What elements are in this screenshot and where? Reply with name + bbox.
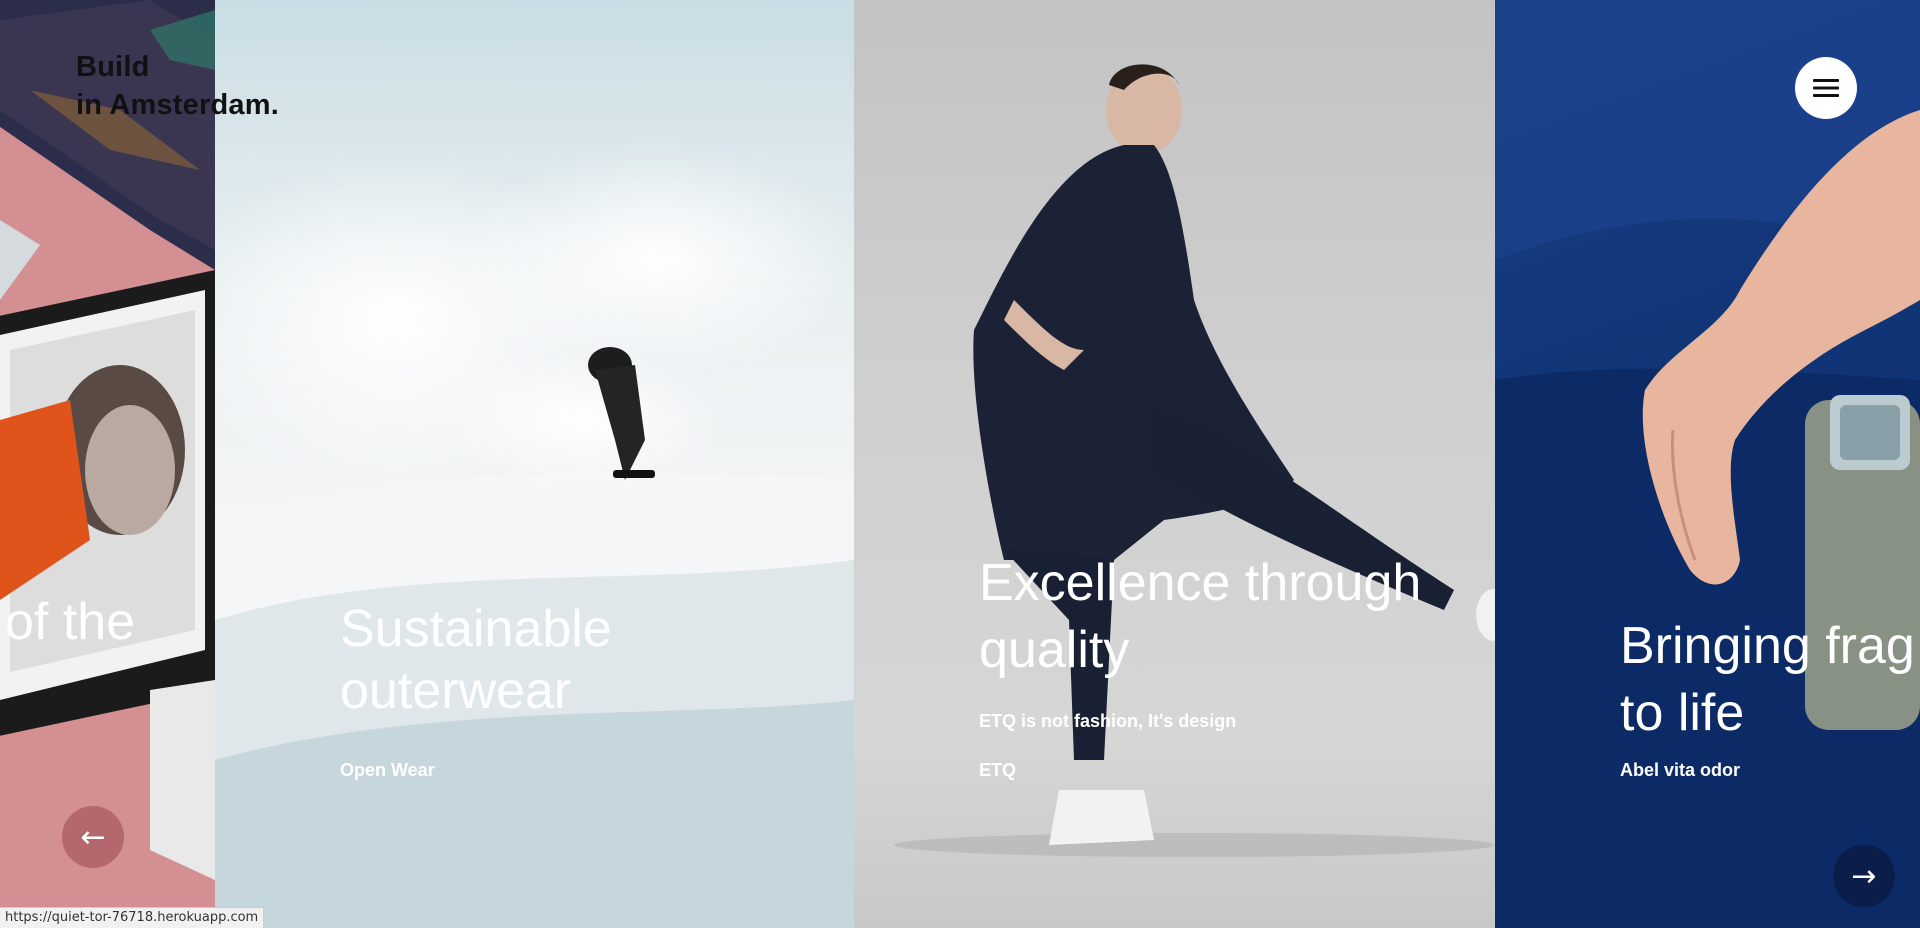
- brand-line-2: in Amsterdam.: [76, 89, 279, 121]
- slide-3-subtitle: ETQ is not fashion, It's design: [979, 711, 1237, 731]
- slide-3-title-line1: Excellence through: [979, 554, 1422, 612]
- brand-logo[interactable]: Build in Amsterdam.: [76, 48, 279, 124]
- slide-4-title-line2: to life: [1620, 684, 1745, 742]
- slide-3-title-line2: quality: [979, 621, 1130, 679]
- slide-4-title-line1: Bringing frag: [1620, 617, 1915, 675]
- status-bar-url: https://quiet-tor-76718.herokuapp.com: [0, 907, 265, 928]
- magazine-photo: [0, 0, 215, 928]
- arrow-left-icon: ←: [80, 819, 106, 855]
- snowboarder-photo: [215, 140, 854, 928]
- slide-2-title-line2: outerwear: [340, 662, 572, 720]
- slide-panel-1[interactable]: of the: [0, 0, 215, 928]
- next-slide-button[interactable]: →: [1833, 845, 1895, 907]
- hamburger-icon: [1813, 79, 1839, 97]
- slide-3-category[interactable]: ETQ: [979, 760, 1016, 781]
- slide-1-title: of the: [5, 593, 136, 651]
- previous-slide-button[interactable]: ←: [62, 806, 124, 868]
- slide-4-category[interactable]: Abel vita odor: [1620, 760, 1740, 781]
- fashion-model-photo: [894, 64, 1495, 857]
- slide-panel-4[interactable]: Bringing frag to life Abel vita odor: [1495, 0, 1920, 928]
- perfume-photo: [1495, 0, 1920, 928]
- slide-panel-3[interactable]: Excellence through quality ETQ is not fa…: [854, 0, 1495, 928]
- menu-button[interactable]: [1795, 57, 1857, 119]
- slide-2-title-line1: Sustainable: [340, 600, 612, 658]
- slide-panel-2[interactable]: Sustainable outerwear Open Wear: [215, 0, 854, 928]
- brand-line-1: Build: [76, 51, 150, 83]
- arrow-right-icon: →: [1851, 858, 1877, 894]
- slide-2-category[interactable]: Open Wear: [340, 760, 435, 781]
